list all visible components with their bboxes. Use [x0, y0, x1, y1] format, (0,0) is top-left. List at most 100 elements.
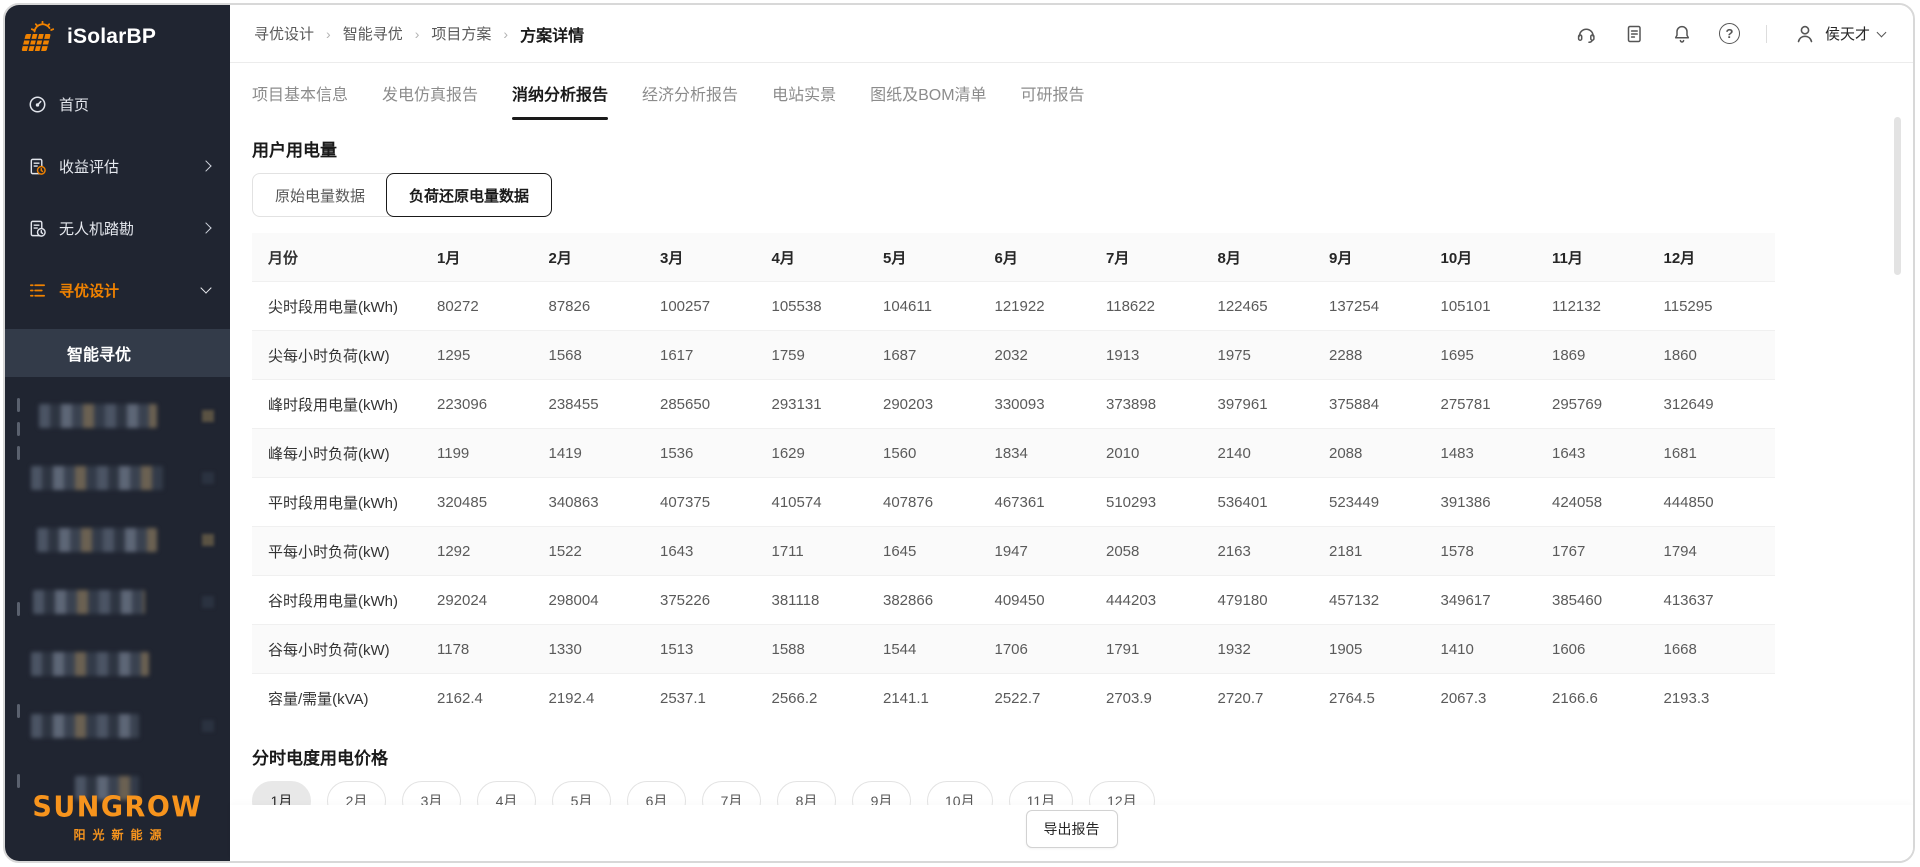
column-header: 2月	[549, 233, 661, 281]
cell-value: 1759	[772, 331, 884, 379]
row-label: 平时段用电量(kWh)	[252, 478, 437, 526]
header-actions: ? 侯天才	[1575, 22, 1885, 46]
cell-value: 2288	[1329, 331, 1441, 379]
cell-value: 1617	[660, 331, 772, 379]
cell-value: 118622	[1106, 282, 1218, 330]
row-label: 峰时段用电量(kWh)	[252, 380, 437, 428]
cell-value: 2181	[1329, 527, 1441, 575]
breadcrumb-item[interactable]: 寻优设计	[254, 23, 314, 44]
table-row: 尖时段用电量(kWh)80272878261002571055381046111…	[252, 281, 1775, 330]
row-label: 平每小时负荷(kW)	[252, 527, 437, 575]
toggle-original-data[interactable]: 原始电量数据	[253, 174, 387, 216]
sidebar-item-label: 收益评估	[59, 156, 119, 177]
main-area: 寻优设计 › 智能寻优 › 项目方案 › 方案详情	[230, 5, 1913, 861]
cell-value: 410574	[772, 478, 884, 526]
breadcrumb-separator: ›	[415, 26, 420, 42]
help-icon[interactable]: ?	[1719, 23, 1740, 44]
chevron-down-icon	[200, 282, 211, 293]
cell-value: 293131	[772, 380, 884, 428]
cell-value: 407375	[660, 478, 772, 526]
survey-clock-icon	[27, 219, 47, 238]
cell-value: 1711	[772, 527, 884, 575]
sidebar-item-home[interactable]: 首页	[5, 73, 230, 135]
redacted-badge	[202, 596, 214, 608]
cell-value: 1681	[1664, 429, 1776, 477]
solar-panel-logo-icon	[21, 21, 57, 53]
project-item-redacted[interactable]	[31, 651, 230, 677]
data-source-toggle: 原始电量数据 负荷还原电量数据	[252, 173, 552, 217]
scroll-mark	[17, 422, 20, 436]
cell-value: 1513	[660, 625, 772, 673]
cell-value: 1629	[772, 429, 884, 477]
cell-value: 1975	[1218, 331, 1330, 379]
user-name: 侯天才	[1825, 23, 1870, 44]
scroll-mark	[17, 602, 20, 616]
breadcrumb-item[interactable]: 智能寻优	[343, 23, 403, 44]
redacted-badge	[202, 410, 214, 422]
cell-value: 1860	[1664, 331, 1776, 379]
cell-value: 1483	[1441, 429, 1553, 477]
sidebar-item-revenue-evaluation[interactable]: 收益评估	[5, 135, 230, 197]
cell-value: 1794	[1664, 527, 1776, 575]
app-logo[interactable]: iSolarBP	[5, 5, 230, 65]
cell-value: 391386	[1441, 478, 1553, 526]
project-item-redacted[interactable]	[31, 465, 230, 491]
cell-value: 1292	[437, 527, 549, 575]
cell-value: 223096	[437, 380, 549, 428]
tab-report-6[interactable]: 图纸及BOM清单	[870, 81, 986, 120]
project-item-redacted[interactable]	[31, 403, 230, 429]
export-report-button[interactable]: 导出报告	[1026, 810, 1118, 848]
cell-value: 1932	[1218, 625, 1330, 673]
table-row: 谷每小时负荷(kW)117813301513158815441706179119…	[252, 624, 1775, 673]
row-label: 尖每小时负荷(kW)	[252, 331, 437, 379]
sidebar-subitem-smart-optimization[interactable]: 智能寻优	[5, 329, 230, 377]
cell-value: 2166.6	[1552, 674, 1664, 722]
project-item-redacted[interactable]	[31, 713, 230, 739]
notification-bell-icon[interactable]	[1671, 23, 1693, 45]
tab-report-4[interactable]: 经济分析报告	[642, 81, 738, 120]
cell-value: 105538	[772, 282, 884, 330]
cell-value: 444203	[1106, 576, 1218, 624]
cell-value: 375226	[660, 576, 772, 624]
project-item-redacted[interactable]	[31, 527, 230, 553]
user-menu[interactable]: 侯天才	[1793, 22, 1885, 46]
cell-value: 413637	[1664, 576, 1776, 624]
breadcrumb-separator: ›	[503, 26, 508, 42]
cell-value: 1178	[437, 625, 549, 673]
tab-report-7[interactable]: 可研报告	[1021, 81, 1085, 120]
cell-value: 2141.1	[883, 674, 995, 722]
redacted-text	[37, 528, 157, 552]
tab-report-3[interactable]: 消纳分析报告	[512, 81, 608, 120]
support-headset-icon[interactable]	[1575, 23, 1597, 45]
column-header: 7月	[1106, 233, 1218, 281]
cell-value: 1913	[1106, 331, 1218, 379]
breadcrumb-current: 方案详情	[520, 22, 584, 46]
sidebar-subitem-label: 智能寻优	[67, 341, 131, 365]
column-header: 9月	[1329, 233, 1441, 281]
cell-value: 2522.7	[995, 674, 1107, 722]
column-header: 12月	[1664, 233, 1776, 281]
report-clock-icon	[27, 157, 47, 176]
row-label: 谷每小时负荷(kW)	[252, 625, 437, 673]
sidebar-item-drone-survey[interactable]: 无人机踏勘	[5, 197, 230, 259]
cell-value: 2162.4	[437, 674, 549, 722]
cell-value: 1687	[883, 331, 995, 379]
toggle-restored-load-data[interactable]: 负荷还原电量数据	[386, 173, 552, 217]
tab-report-5[interactable]: 电站实景	[772, 81, 836, 120]
cell-value: 1791	[1106, 625, 1218, 673]
cell-value: 1834	[995, 429, 1107, 477]
document-list-icon[interactable]	[1623, 23, 1645, 45]
cell-value: 349617	[1441, 576, 1553, 624]
top-header: 寻优设计 › 智能寻优 › 项目方案 › 方案详情	[230, 5, 1913, 63]
cell-value: 479180	[1218, 576, 1330, 624]
column-header: 3月	[660, 233, 772, 281]
cell-value: 2163	[1218, 527, 1330, 575]
breadcrumb-item[interactable]: 项目方案	[431, 23, 491, 44]
vertical-scrollbar-thumb[interactable]	[1894, 117, 1901, 275]
project-item-redacted[interactable]	[31, 589, 230, 615]
sidebar-item-optimization-design[interactable]: 寻优设计	[5, 259, 230, 321]
cell-value: 467361	[995, 478, 1107, 526]
tab-report-2[interactable]: 发电仿真报告	[382, 81, 478, 120]
cell-value: 2192.4	[549, 674, 661, 722]
tab-report-1[interactable]: 项目基本信息	[252, 81, 348, 120]
